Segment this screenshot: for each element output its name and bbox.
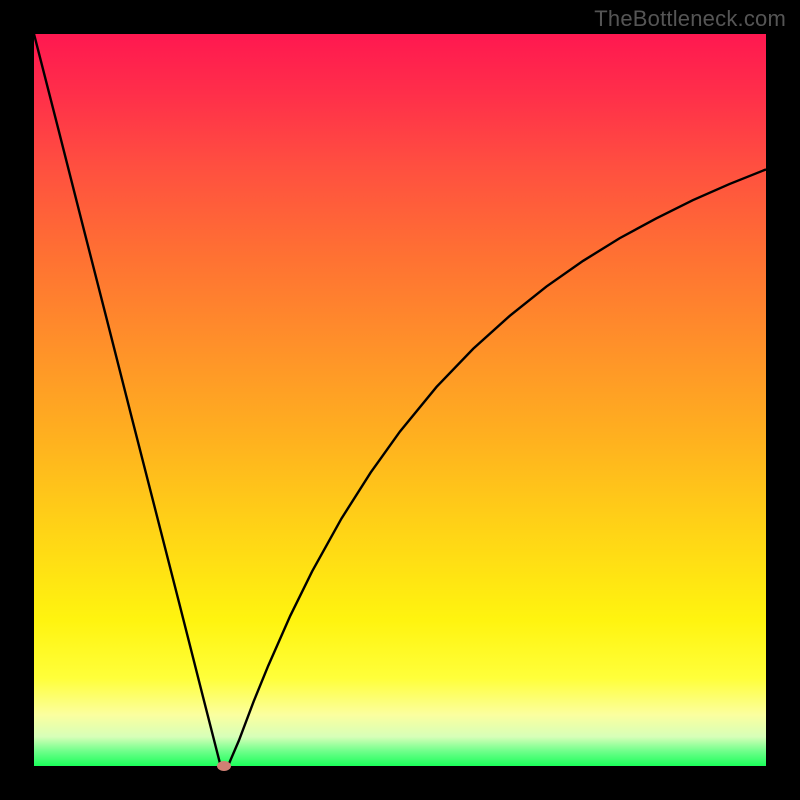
chart-frame: TheBottleneck.com (0, 0, 800, 800)
bottleneck-curve (34, 34, 766, 766)
curve-line (34, 34, 766, 766)
minimum-marker (217, 761, 231, 771)
plot-area (34, 34, 766, 766)
watermark-text: TheBottleneck.com (594, 6, 786, 32)
